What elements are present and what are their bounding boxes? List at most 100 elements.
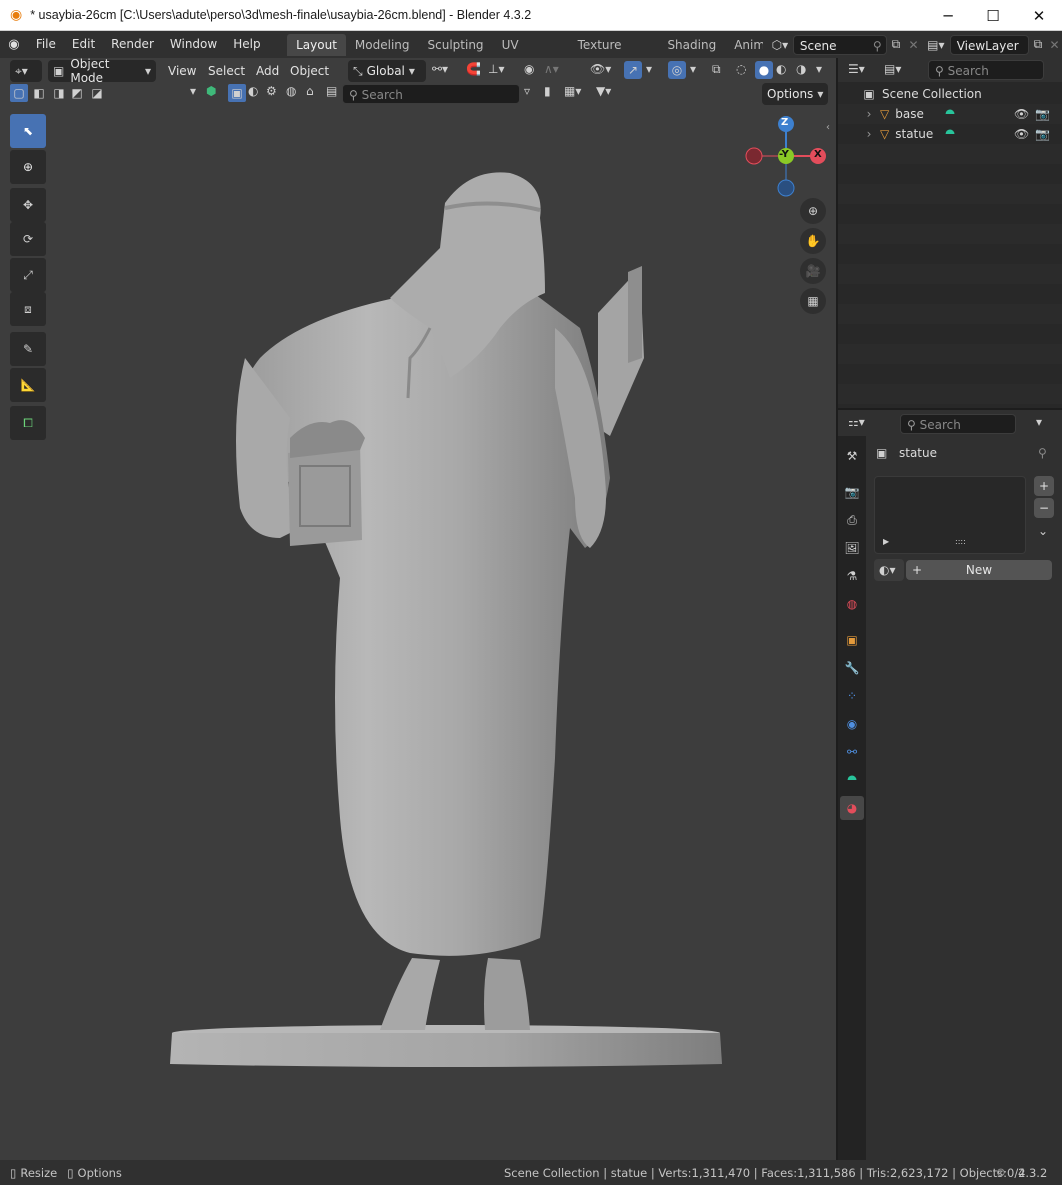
visibility-icon[interactable]: 👁▾ <box>590 62 611 76</box>
scene-collection-row[interactable]: ▣ Scene Collection <box>838 84 1062 104</box>
filter-lights-icon[interactable]: ⚙ <box>266 84 277 98</box>
filter-material-icon[interactable]: ◐ <box>248 84 258 98</box>
eye-icon[interactable]: 👁 <box>1014 107 1029 121</box>
tab-modeling[interactable]: Modeling <box>346 34 419 56</box>
mode-dropdown[interactable]: ▣ Object Mode ▾ <box>48 57 156 85</box>
tab-object[interactable]: ▣ <box>840 628 864 652</box>
menu-help[interactable]: Help <box>225 31 268 58</box>
tab-physics[interactable]: ◉ <box>840 712 864 736</box>
properties-search-input[interactable]: ⚲ Search <box>900 414 1016 434</box>
tab-constraints[interactable]: ⚯ <box>840 740 864 764</box>
3d-viewport[interactable] <box>0 58 836 1160</box>
camera-icon[interactable]: 📷 <box>1035 127 1050 141</box>
display-mode-icon[interactable]: ▤▾ <box>884 62 901 76</box>
options-dropdown[interactable]: Options ▾ <box>762 83 828 105</box>
select-invert-icon[interactable]: ◩ <box>68 84 86 102</box>
filter-object-icon[interactable]: ▣ <box>228 84 246 102</box>
view-layer-field[interactable]: ViewLayer <box>949 34 1029 55</box>
scale-tool[interactable]: ⤢ <box>10 258 46 292</box>
camera-view-button[interactable]: 🎥 <box>800 258 826 284</box>
tab-animation[interactable]: Anima <box>725 34 763 56</box>
outliner-item-base[interactable]: › ▽ base ⯊ 👁 📷 <box>838 104 1062 124</box>
scene-field[interactable]: Scene ⚲ <box>792 34 887 56</box>
outliner-item-statue[interactable]: › ▽ statue ⯊ 👁 📷 <box>838 124 1062 144</box>
tab-data[interactable]: ⯊ <box>840 768 864 792</box>
chevron-down-icon[interactable]: ▾ <box>1036 415 1042 429</box>
select-extend-icon[interactable]: ◧ <box>30 84 48 102</box>
overlays-dropdown-icon[interactable]: ▾ <box>690 62 696 76</box>
select-new-icon[interactable]: ▢ <box>10 84 28 102</box>
blender-menu-icon[interactable]: ◉ <box>0 37 28 52</box>
sidebar-toggle-icon[interactable]: ‹ <box>826 122 830 133</box>
shading-dropdown-icon[interactable]: ▾ <box>816 62 822 76</box>
scene-selector-icon[interactable]: ⬡▾ <box>767 38 793 52</box>
menu-render[interactable]: Render <box>103 31 162 58</box>
remove-material-slot-button[interactable]: − <box>1034 498 1054 518</box>
pin-icon[interactable]: ⚲ <box>1038 446 1047 460</box>
tab-output[interactable]: ⎙ <box>840 508 864 532</box>
move-tool[interactable]: ✥ <box>10 188 46 222</box>
camera-icon[interactable]: 📷 <box>1035 107 1050 121</box>
snap-icon[interactable]: 🧲 <box>466 62 481 76</box>
pin-icon[interactable]: ⚲ <box>873 36 882 56</box>
cursor-tool[interactable]: ⊕ <box>10 150 46 184</box>
select-subtract-icon[interactable]: ◨ <box>50 84 68 102</box>
display-mode-icon[interactable]: ▦▾ <box>564 84 581 98</box>
bookmark-icon[interactable]: ▮ <box>544 84 551 98</box>
filter-toggle-icon[interactable]: ▿ <box>524 84 530 98</box>
new-view-layer-icon[interactable]: ⧉ <box>1029 37 1048 52</box>
resize-handle-icon[interactable]: :::: <box>955 537 966 546</box>
wireframe-shading-icon[interactable]: ◌ <box>736 62 746 76</box>
pan-button[interactable]: ✋ <box>800 228 826 254</box>
measure-tool[interactable]: 📐 <box>10 368 46 402</box>
delete-view-layer-icon[interactable]: ✕ <box>1047 38 1062 52</box>
zoom-button[interactable]: ⊕ <box>800 198 826 224</box>
perspective-toggle-button[interactable]: ▦ <box>800 288 826 314</box>
add-cube-tool[interactable]: ⧠ <box>10 406 46 440</box>
menu-edit[interactable]: Edit <box>64 31 103 58</box>
select-box-tool[interactable]: ⬉ <box>10 114 46 148</box>
new-scene-icon[interactable]: ⧉ <box>887 37 906 52</box>
expand-arrow-icon[interactable]: › <box>864 107 874 121</box>
mesh-data-icon[interactable]: ⯊ <box>945 107 955 122</box>
close-button[interactable]: ✕ <box>1016 0 1062 31</box>
funnel-filter-icon[interactable]: ▼▾ <box>596 84 611 98</box>
properties-editor-icon[interactable]: ⚏▾ <box>848 415 865 429</box>
new-material-button[interactable]: + New <box>906 560 1052 580</box>
minimize-button[interactable]: ─ <box>925 0 971 31</box>
proportional-editing-icon[interactable]: ◉ <box>524 62 534 76</box>
outliner-search-input[interactable]: ⚲ Search <box>928 60 1044 80</box>
filter-other-icon[interactable]: ▤ <box>326 84 337 98</box>
material-preview-icon[interactable]: ◐ <box>776 62 786 76</box>
maximize-button[interactable]: ☐ <box>970 0 1016 31</box>
editor-type-dropdown[interactable]: ⌖▾ <box>10 60 42 82</box>
eye-icon[interactable]: 👁 <box>1014 127 1029 141</box>
view-layer-selector-icon[interactable]: ▤▾ <box>922 38 950 52</box>
show-gizmo-icon[interactable]: ↗ <box>624 61 642 79</box>
viewport-search-input[interactable]: ⚲ Search <box>342 84 520 104</box>
gizmo-dropdown-icon[interactable]: ▾ <box>646 62 652 76</box>
add-material-slot-button[interactable]: + <box>1034 476 1054 496</box>
menu-window[interactable]: Window <box>162 31 225 58</box>
tab-render[interactable]: 📷 <box>840 480 864 504</box>
filter-world-icon[interactable]: ◍ <box>286 84 296 98</box>
tab-tool[interactable]: ⚒ <box>840 444 864 468</box>
transform-tool[interactable]: ⧈ <box>10 292 46 326</box>
outliner-editor-icon[interactable]: ☰▾ <box>848 62 865 76</box>
pivot-point-icon[interactable]: ⚯▾ <box>432 62 448 76</box>
viewport-menu-select[interactable]: Select <box>200 58 253 84</box>
viewport-menu-object[interactable]: Object <box>282 58 337 84</box>
material-slot-list[interactable]: ▶ :::: <box>874 476 1026 554</box>
snap-target-icon[interactable]: ⊥▾ <box>488 62 504 76</box>
mesh-filter-icon[interactable]: ⬢ <box>206 84 216 98</box>
falloff-icon[interactable]: ∧▾ <box>544 62 559 76</box>
menu-file[interactable]: File <box>28 31 64 58</box>
tab-shading[interactable]: Shading <box>658 34 725 56</box>
tab-particles[interactable]: ⁘ <box>840 684 864 708</box>
delete-scene-icon[interactable]: ✕ <box>905 38 922 52</box>
tab-texture-paint[interactable]: Texture Paint <box>569 34 659 74</box>
tab-world[interactable]: ◍ <box>840 592 864 616</box>
tab-modifiers[interactable]: 🔧 <box>840 656 864 680</box>
material-browse-button[interactable]: ◐▾ <box>874 559 904 581</box>
tab-uv-editing[interactable]: UV Editing <box>493 34 569 74</box>
